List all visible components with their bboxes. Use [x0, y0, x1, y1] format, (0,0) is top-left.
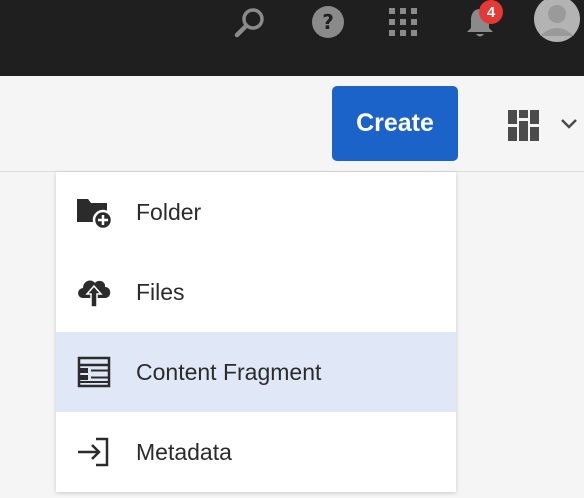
- menu-item-metadata[interactable]: Metadata: [56, 412, 456, 492]
- menu-item-files[interactable]: Files: [56, 252, 456, 332]
- menu-item-folder[interactable]: Folder: [56, 172, 456, 252]
- search-icon[interactable]: [232, 4, 268, 40]
- menu-item-label: Files: [136, 279, 185, 305]
- help-icon[interactable]: ?: [310, 4, 346, 40]
- menu-item-label: Content Fragment: [136, 359, 322, 385]
- action-toolbar: Create: [0, 76, 584, 172]
- content-fragment-icon: [74, 354, 114, 390]
- create-menu: Folder Files Content Fragment Metadata: [56, 172, 456, 492]
- folder-add-icon: [74, 194, 114, 230]
- chevron-down-icon[interactable]: [558, 116, 580, 132]
- svg-text:?: ?: [322, 10, 334, 34]
- menu-item-label: Metadata: [136, 439, 232, 465]
- user-avatar-icon[interactable]: [534, 0, 580, 42]
- create-button[interactable]: Create: [332, 86, 458, 161]
- notification-count-badge: 4: [479, 0, 503, 24]
- cloud-upload-icon: [74, 274, 114, 310]
- global-nav-bar: ? 4: [0, 0, 584, 76]
- view-switch-icon[interactable]: [506, 108, 542, 144]
- menu-item-content-fragment[interactable]: Content Fragment: [56, 332, 456, 412]
- grid-icon[interactable]: [385, 4, 421, 40]
- import-icon: [74, 434, 114, 470]
- menu-item-label: Folder: [136, 199, 202, 225]
